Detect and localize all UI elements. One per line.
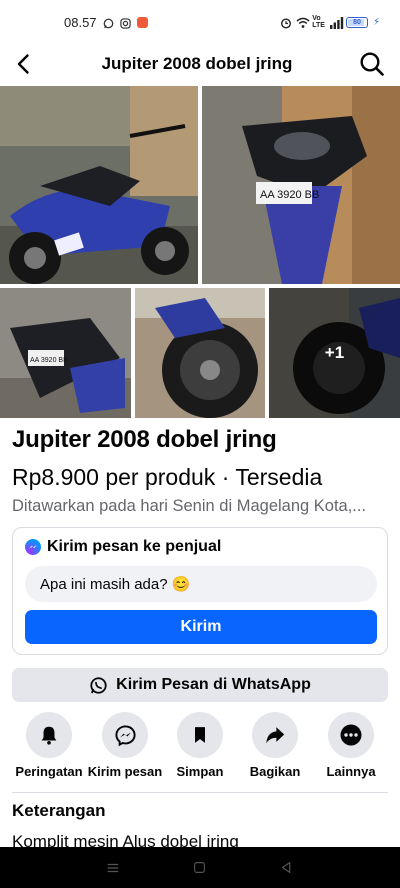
section-divider [12,792,388,793]
charging-icon: ⚡ [372,16,380,28]
description-body: Komplit mesin Alus dobel jring [12,832,239,847]
send-message-action-circle [102,712,148,758]
status-right: Vo LTE 80 ⚡ [280,15,380,29]
listing-photo-2[interactable]: AA 3920 BB [202,86,400,284]
rear-wheel-photo [135,288,265,418]
listing-photo-5[interactable]: +1 [269,288,400,418]
send-message-action[interactable]: Kirim pesan [85,712,165,779]
listing-photo-3[interactable]: AA 3920 BB [0,288,131,418]
messenger-icon [25,539,41,555]
app-header: Jupiter 2008 dobel jring [0,44,400,84]
signal-icon [329,16,344,29]
whatsapp-button-label: Kirim Pesan di WhatsApp [116,676,311,693]
system-back-button[interactable] [267,848,307,888]
message-seller-card: Kirim pesan ke penjual Apa ini masih ada… [12,527,388,655]
bell-icon [41,726,57,745]
back-triangle-icon [282,862,291,873]
more-action-label: Lainnya [326,764,376,779]
app-notification-icon [136,16,148,28]
send-message-action-label: Kirim pesan [87,764,163,779]
message-card-header: Kirim pesan ke penjual [25,538,221,556]
motorcycle-side-photo [0,86,198,284]
save-action[interactable]: Simpan [160,712,240,779]
alarm-icon [280,17,292,29]
battery-level: 80 [353,18,361,26]
listing-photo-4[interactable] [135,288,265,418]
recents-icon [108,863,119,872]
instagram-notification-icon [119,17,131,29]
volte-top-text: Vo [312,15,321,22]
more-action-circle [328,712,374,758]
status-bar: 08.57 Vo LTE 80 ⚡ [0,0,400,44]
save-action-label: Simpan [176,764,224,779]
back-arrow-icon [17,54,29,74]
more-action[interactable]: Lainnya [311,712,391,779]
whatsapp-message-button[interactable]: Kirim Pesan di WhatsApp [12,668,388,702]
more-photos-overlay[interactable]: +1 [269,288,400,418]
save-action-circle [177,712,223,758]
messenger-icon [114,724,136,746]
wifi-icon [296,17,310,28]
back-button[interactable] [2,44,46,84]
home-icon [194,862,206,873]
plate-text-2: AA 3920 BB [260,189,319,201]
alert-action[interactable]: Peringatan [9,712,89,779]
home-button[interactable] [180,848,220,888]
listing-photo-1[interactable] [0,86,198,284]
alert-action-circle [26,712,72,758]
more-photos-count: +1 [324,343,345,362]
description-heading: Keterangan [12,801,106,820]
listing-price: Rp8.900 per produk · Tersedia [12,464,323,490]
plate-text-3: AA 3920 BB [30,357,68,364]
status-left: 08.57 [64,15,148,30]
bookmark-icon [195,727,205,743]
motorcycle-front-photo: AA 3920 BB [202,86,400,284]
motorcycle-headlight-photo: AA 3920 BB [0,288,131,418]
share-action-circle [252,712,298,758]
share-icon [266,727,285,744]
battery-icon: 80 [345,16,368,28]
whatsapp-notification-icon [103,17,114,28]
system-nav-bar [0,847,400,888]
status-time: 08.57 [64,14,97,30]
listing-title: Jupiter 2008 dobel jring [12,426,277,453]
message-input[interactable]: Apa ini masih ada? 😊 [25,566,377,602]
share-action[interactable]: Bagikan [235,712,315,779]
volte-bottom-text: LTE [312,22,325,29]
send-button[interactable]: Kirim [25,610,377,644]
whatsapp-icon [90,676,107,694]
recents-button[interactable] [93,848,133,888]
action-row: Peringatan Kirim pesan Simpan Bagikan La… [0,712,400,784]
more-icon [340,724,362,746]
volte-indicator: Vo LTE [312,15,325,29]
search-button[interactable] [348,44,396,84]
page-title: Jupiter 2008 dobel jring [101,54,293,73]
share-action-label: Bagikan [249,764,301,779]
alert-action-label: Peringatan [15,764,83,779]
search-icon [360,52,384,76]
listing-offered-info: Ditawarkan pada hari Senin di Magelang K… [12,497,367,515]
message-card-title: Kirim pesan ke penjual [47,538,222,555]
